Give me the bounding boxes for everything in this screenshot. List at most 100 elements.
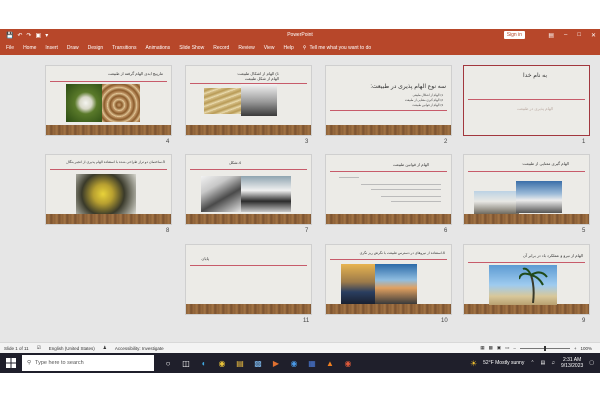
normal-view-icon[interactable]: ▦ [480,345,484,351]
slide-photo-banyan-model [76,174,136,214]
accessibility-icon: ♟ [102,345,107,350]
wood-floor [186,214,311,224]
reading-view-icon[interactable]: ▣ [497,345,501,351]
tab-review[interactable]: Review [238,45,254,51]
slide-thumbnail-5[interactable]: الهام گیری معنایی از طبیعت: [463,154,590,225]
slide-thumbnail-10[interactable]: 6-استفاده از نیروهای در دسترس طبیعت با ن… [325,244,452,315]
tab-record[interactable]: Record [213,45,229,51]
zoom-slider[interactable] [519,345,570,351]
start-button[interactable] [0,353,22,373]
slide-title: به نام خدا [523,73,547,79]
slide-photo-shells [204,88,244,114]
wood-floor [464,214,589,224]
minimize-icon[interactable]: – [564,32,567,38]
ribbon-display-icon[interactable]: ▤ [548,32,554,39]
divider [330,110,447,111]
sign-in-button[interactable]: Sign in [503,31,525,39]
tab-design[interactable]: Design [88,45,104,51]
wood-floor [186,125,311,135]
notifications-icon[interactable]: ▢ [589,360,594,366]
slide-photo-building-2 [516,181,562,213]
tell-me-box[interactable]: ⚲ Tell me what you want to do [303,45,371,51]
slide-thumbnail-8[interactable]: 5-ساختمان دو تراز طراحی شده با استفاده ا… [45,154,172,225]
divider [468,99,585,100]
wood-floor [186,304,311,314]
slide-number: 2 [444,139,448,145]
slide-number: 8 [166,228,170,234]
tab-file[interactable]: File [6,45,14,51]
word-icon[interactable]: ▦ [306,357,318,369]
slideshow-view-icon[interactable]: ▭ [505,345,509,351]
browser-icon[interactable]: ◉ [288,357,300,369]
edge-icon[interactable]: ◐ [198,357,210,369]
tab-insert[interactable]: Insert [45,45,58,51]
slide-thumbnail-4[interactable]: مارپیچ ابدی الهام گرفته از طبیعت [45,65,172,136]
zoom-in-icon[interactable]: + [574,346,577,351]
taskbar: ⚲ Type here to search ○ ◫ ◐ ◉ ▤ ▩ ▶ ◉ ▦ … [0,353,600,373]
wood-floor [326,304,451,314]
accessibility-status[interactable]: Accessibility: Investigate [115,346,164,351]
network-icon[interactable]: ▤ [541,360,546,366]
tab-home[interactable]: Home [23,45,36,51]
maximize-icon[interactable]: □ [577,32,581,38]
slide-thumbnail-1[interactable]: به نام خدا الهام پذیری در طبیعت [463,65,590,136]
zoom-out-icon[interactable]: – [513,346,516,351]
slide-thumbnail-6[interactable]: الهام از قوانین طبیعت [325,154,452,225]
ribbon-tabs: File Home Insert Draw Design Transitions… [0,41,600,55]
divider [330,171,447,172]
slide-photo-building [241,84,277,116]
divider [190,265,307,266]
title-bar: 💾 ↶ ↷ ▣ ▾ PowerPoint Sign in ▤ – □ ✕ [0,29,600,41]
clock[interactable]: 2:31 AM 9/13/2023 [561,357,583,369]
tab-transitions[interactable]: Transitions [112,45,136,51]
slide-title: الهام از نیرو و عملکرد باد در برابر آن [522,253,583,258]
slide-bullet: 3) الهام از قوانین طبیعت [412,103,443,107]
search-icon: ⚲ [27,360,32,366]
slide-thumbnail-11[interactable]: پایان [185,244,312,315]
file-explorer-icon[interactable]: ▤ [234,357,246,369]
slide-photo-pier [375,264,417,304]
search-placeholder: Type here to search [35,360,84,366]
text-line [381,196,441,197]
chrome-icon[interactable]: ◉ [216,357,228,369]
slide-thumbnail-2[interactable]: سه نوع الهام پذیری در طبیعت: 1) الهام از… [325,65,452,136]
weather-icon[interactable]: ☀ [470,359,477,368]
spell-check-icon[interactable]: ☑ [37,345,41,351]
weather-text[interactable]: 52°F Mostly sunny [483,360,524,366]
slide-title: 5-ساختمان دو تراز طراحی شده با استفاده ا… [66,160,165,164]
slide-photo-snail [66,84,102,122]
slide-title: 6-استفاده از نیروهای در دسترس طبیعت با ن… [359,251,445,255]
vlc-icon[interactable]: ▲ [324,357,336,369]
photos-icon[interactable]: ▩ [252,357,264,369]
tab-help[interactable]: Help [283,45,293,51]
tab-draw[interactable]: Draw [67,45,79,51]
zoom-level[interactable]: 100% [580,346,592,351]
cortana-icon[interactable]: ○ [162,357,174,369]
zoom-slider-knob[interactable] [543,345,546,351]
slide-thumbnail-3[interactable]: 1) الهام از اشکال طبیعت: الهام از شکل طب… [185,65,312,136]
wood-floor [326,125,451,135]
slide-thumbnail-9[interactable]: الهام از نیرو و عملکرد باد در برابر آن [463,244,590,315]
media-player-icon[interactable]: ▶ [270,357,282,369]
language-indicator[interactable]: English (United States) [49,346,95,351]
slide-number: 4 [166,139,170,145]
slide-sorter: به نام خدا الهام پذیری در طبیعت 1 سه نوع… [0,55,600,342]
tab-view[interactable]: View [264,45,275,51]
task-view-icon[interactable]: ◫ [180,357,192,369]
slide-thumbnail-7[interactable]: 4-شکل [185,154,312,225]
tab-animations[interactable]: Animations [145,45,170,51]
slide-title: مارپیچ ابدی الهام گرفته از طبیعت [108,71,163,76]
taskbar-apps: ○ ◫ ◐ ◉ ▤ ▩ ▶ ◉ ▦ ▲ ◉ [162,357,354,369]
slide-title: الهام از قوانین طبیعت [392,162,429,167]
taskbar-search-box[interactable]: ⚲ Type here to search [22,355,154,371]
slide-sorter-view-icon[interactable]: ▩ [489,345,493,351]
tab-slide-show[interactable]: Slide Show [179,45,204,51]
powerpoint-icon[interactable]: ◉ [342,357,354,369]
slide-number: 1 [582,139,586,145]
close-icon[interactable]: ✕ [591,32,596,39]
show-hidden-icons-icon[interactable]: ⌃ [530,360,534,366]
volume-icon[interactable]: ♫ [551,360,555,366]
slide-count: Slide 1 of 11 [4,345,29,351]
zoom-controls: ▦ ▩ ▣ ▭ – + 100% [480,345,592,351]
slide-number: 7 [305,228,309,234]
